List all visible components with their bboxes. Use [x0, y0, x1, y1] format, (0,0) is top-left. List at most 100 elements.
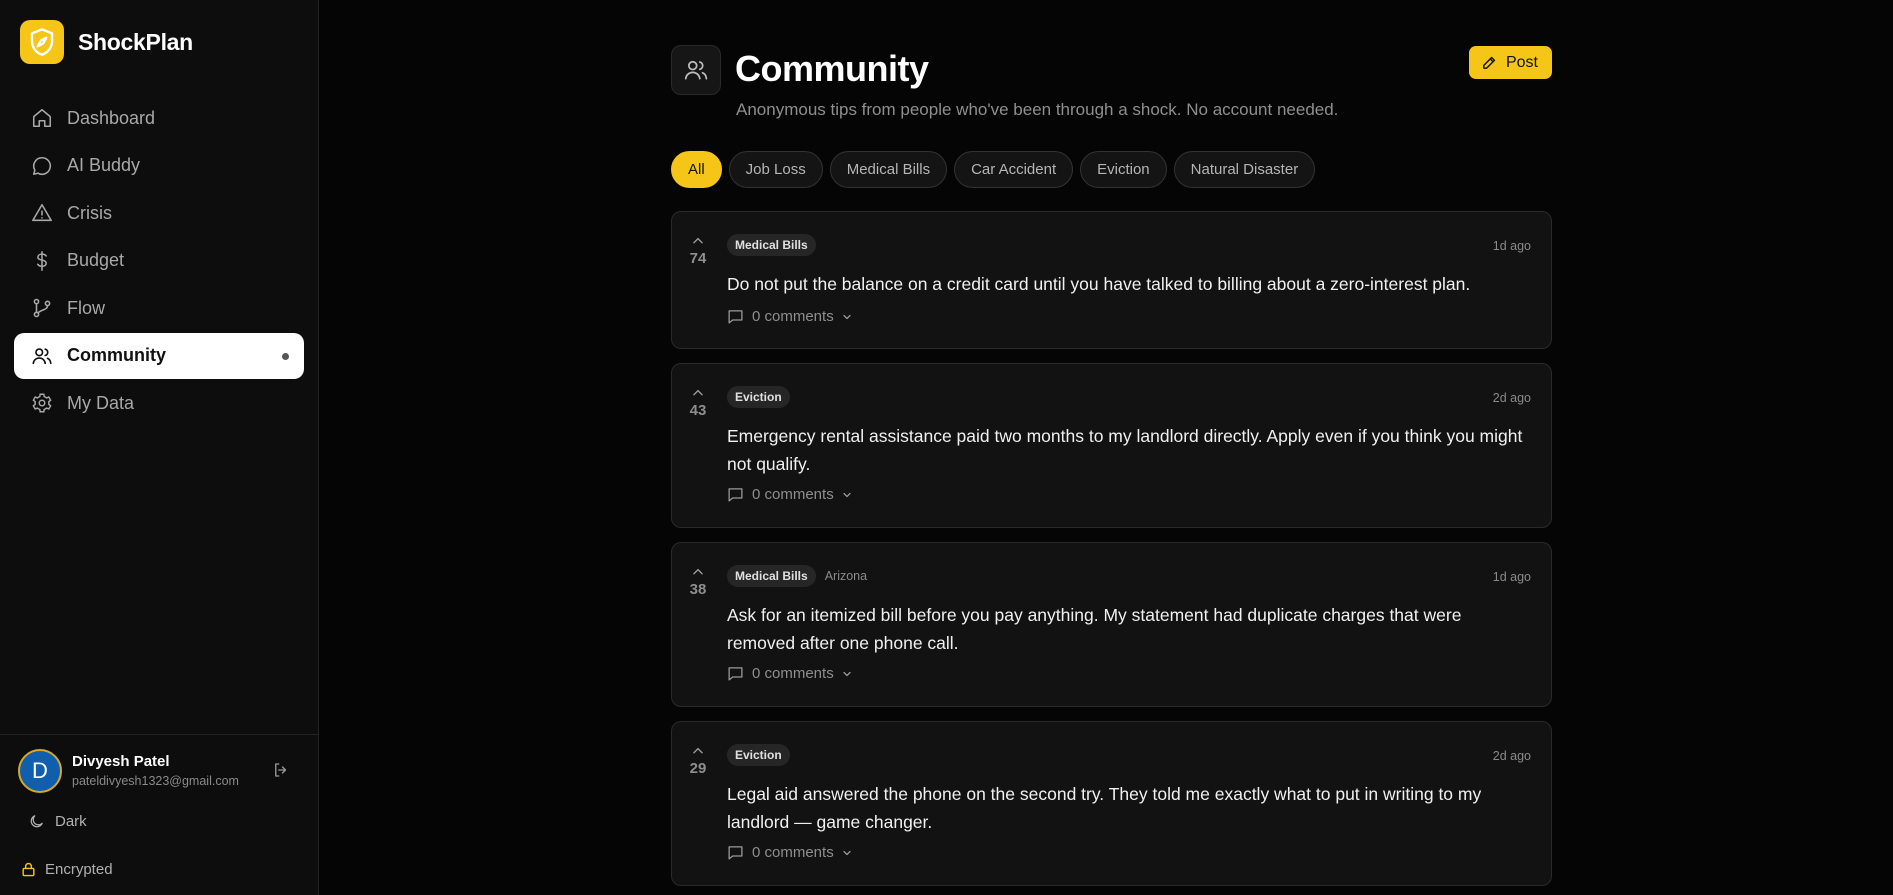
- page-title: Community: [735, 48, 929, 89]
- comments-count: 0 comments: [752, 844, 834, 861]
- user-name: Divyesh Patel: [72, 753, 170, 770]
- users-icon: [671, 45, 721, 95]
- post-timestamp: 2d ago: [1492, 749, 1531, 763]
- sidebar-item-label: Dashboard: [67, 107, 156, 128]
- sidebar-item-label: Flow: [67, 297, 106, 318]
- comment-icon: [727, 486, 744, 503]
- comments-count: 0 comments: [752, 486, 834, 503]
- shield-logo-icon: [20, 20, 64, 64]
- dollar-icon: [30, 249, 54, 273]
- git-branch-icon: [30, 296, 54, 320]
- upvote-chevron-icon[interactable]: [684, 234, 712, 248]
- post-timestamp: 1d ago: [1492, 239, 1531, 253]
- brand[interactable]: ShockPlan: [20, 20, 193, 64]
- post-card: 29 Eviction 2d ago Legal aid answered th…: [671, 721, 1552, 886]
- avatar[interactable]: D: [18, 749, 62, 793]
- sidebar-item-ai-buddy[interactable]: AI Buddy: [14, 143, 304, 189]
- sidebar-item-dashboard[interactable]: Dashboard: [14, 95, 304, 141]
- post-text: Do not put the balance on a credit card …: [727, 274, 1471, 294]
- category-tag: Eviction: [727, 744, 790, 766]
- sidebar-item-label: Budget: [67, 250, 125, 270]
- comments-count: 0 comments: [752, 665, 834, 682]
- sidebar-item-community[interactable]: Community: [14, 332, 304, 379]
- post-meta: Medical Bills Arizona: [727, 565, 867, 587]
- vote-count: 74: [689, 250, 707, 267]
- category-tag: Eviction: [727, 386, 790, 408]
- theme-toggle[interactable]: Dark: [28, 813, 87, 830]
- app-name: ShockPlan: [78, 28, 193, 55]
- sidebar-item-my-data[interactable]: My Data: [14, 380, 304, 426]
- post-text: Ask for an itemized bill before you pay …: [727, 605, 1462, 653]
- vote-count: 38: [689, 581, 707, 598]
- vote-control: 43: [684, 386, 712, 419]
- active-indicator-dot: [282, 352, 289, 360]
- comments-count: 0 comments: [752, 308, 834, 325]
- gear-icon: [30, 391, 54, 415]
- vote-control: 74: [684, 234, 712, 267]
- sidebar: ShockPlan Dashboard AI Buddy Crisis Budg…: [0, 0, 319, 895]
- comments-toggle[interactable]: 0 comments: [727, 844, 853, 861]
- pencil-icon: [1481, 54, 1498, 71]
- chevron-down-icon: [841, 847, 853, 859]
- filter-chip-job-loss[interactable]: Job Loss: [728, 151, 823, 188]
- encrypted-status: Encrypted: [20, 861, 113, 878]
- post-timestamp: 1d ago: [1492, 570, 1531, 584]
- category-filters: All Job Loss Medical Bills Car Accident …: [671, 151, 1322, 188]
- sidebar-nav: Dashboard AI Buddy Crisis Budget Flow Co…: [14, 95, 304, 428]
- sidebar-item-label: AI Buddy: [67, 155, 141, 175]
- logout-icon[interactable]: [272, 761, 294, 783]
- sidebar-item-label: Crisis: [67, 202, 112, 223]
- post-button-label: Post: [1505, 53, 1538, 71]
- user-panel: D Divyesh Patel pateldivyesh1323@gmail.c…: [0, 734, 319, 895]
- warning-triangle-icon: [30, 201, 54, 225]
- post-meta: Eviction: [727, 386, 799, 408]
- comments-toggle[interactable]: 0 comments: [727, 486, 853, 503]
- chevron-down-icon: [841, 489, 853, 501]
- post-text: Legal aid answered the phone on the seco…: [727, 784, 1482, 832]
- sidebar-item-budget[interactable]: Budget: [14, 238, 304, 284]
- post-meta: Medical Bills: [727, 234, 825, 256]
- chevron-down-icon: [841, 311, 853, 323]
- category-tag: Medical Bills: [727, 234, 816, 256]
- user-email: pateldivyesh1323@gmail.com: [72, 774, 239, 788]
- vote-control: 29: [684, 744, 712, 777]
- filter-chip-eviction[interactable]: Eviction: [1080, 151, 1167, 188]
- home-icon: [30, 106, 54, 130]
- encrypted-label: Encrypted: [45, 861, 113, 878]
- post-card: 38 Medical Bills Arizona 1d ago Ask for …: [671, 542, 1552, 707]
- category-tag: Medical Bills: [727, 565, 816, 587]
- filter-chip-natural-disaster[interactable]: Natural Disaster: [1173, 151, 1316, 188]
- post-meta: Eviction: [727, 744, 799, 766]
- theme-label: Dark: [55, 813, 87, 830]
- comment-icon: [727, 665, 744, 682]
- post-card: 43 Eviction 2d ago Emergency rental assi…: [671, 363, 1552, 528]
- sidebar-item-label: My Data: [67, 392, 135, 413]
- sidebar-item-flow[interactable]: Flow: [14, 285, 304, 331]
- post-card: 74 Medical Bills 1d ago Do not put the b…: [671, 211, 1552, 349]
- sidebar-item-crisis[interactable]: Crisis: [14, 190, 304, 236]
- upvote-chevron-icon[interactable]: [684, 744, 712, 758]
- upvote-chevron-icon[interactable]: [684, 386, 712, 400]
- post-button[interactable]: Post: [1468, 46, 1552, 79]
- post-list: 74 Medical Bills 1d ago Do not put the b…: [671, 211, 1552, 895]
- comment-icon: [727, 844, 744, 861]
- users-icon: [30, 344, 54, 368]
- filter-chip-medical-bills[interactable]: Medical Bills: [829, 151, 948, 188]
- chat-bubble-icon: [30, 154, 54, 178]
- moon-icon: [28, 813, 45, 830]
- comment-icon: [727, 308, 744, 325]
- filter-chip-all[interactable]: All: [671, 151, 722, 188]
- lock-icon: [20, 861, 37, 878]
- page-subtitle: Anonymous tips from people who've been t…: [736, 100, 1339, 119]
- vote-count: 43: [689, 402, 707, 419]
- upvote-chevron-icon[interactable]: [684, 565, 712, 579]
- post-text: Emergency rental assistance paid two mon…: [727, 426, 1523, 474]
- post-timestamp: 2d ago: [1492, 391, 1531, 405]
- comments-toggle[interactable]: 0 comments: [727, 308, 853, 325]
- comments-toggle[interactable]: 0 comments: [727, 665, 853, 682]
- post-location: Arizona: [824, 569, 868, 583]
- vote-count: 29: [689, 760, 707, 777]
- sidebar-item-label: Community: [67, 345, 166, 365]
- filter-chip-car-accident[interactable]: Car Accident: [954, 151, 1074, 188]
- chevron-down-icon: [841, 668, 853, 680]
